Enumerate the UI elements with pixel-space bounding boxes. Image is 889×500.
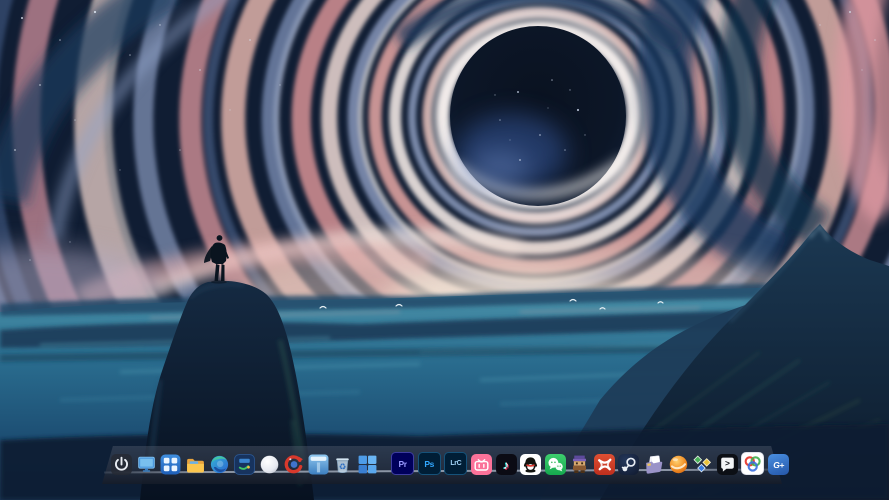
folder-icon	[186, 458, 204, 473]
power-button[interactable]	[111, 454, 132, 475]
display-app-button[interactable]	[136, 454, 157, 475]
adobe-premiere-button[interactable]: Pr	[391, 452, 415, 475]
white-sphere-app-button[interactable]	[259, 454, 280, 475]
window-icon	[308, 454, 329, 475]
display-icon	[137, 456, 155, 472]
bilibili-button[interactable]	[470, 454, 492, 475]
diamond-cluster-app-button[interactable]	[692, 454, 713, 475]
wallpaper	[0, 0, 889, 500]
qq-button[interactable]	[520, 454, 542, 475]
qq-penguin-icon	[524, 457, 538, 473]
power-icon	[115, 456, 128, 471]
code-bubble-app-button[interactable]: >	[716, 454, 738, 475]
toolbox-icon	[234, 454, 255, 475]
red-swirl-icon	[284, 455, 304, 474]
steam-button[interactable]	[618, 454, 640, 475]
sphere-icon	[260, 455, 278, 474]
photoshop-label: Ps	[424, 458, 435, 469]
launcher-grid-icon	[160, 454, 181, 475]
pixel-game-button[interactable]	[569, 454, 590, 475]
steam-piston-icon	[622, 457, 637, 472]
orange-ball-icon	[669, 455, 687, 474]
windows-tiles-icon	[358, 455, 377, 474]
recycle-glyph: ♻	[339, 461, 347, 471]
red-swirl-app-button[interactable]	[283, 454, 304, 475]
gamepp-button[interactable]: G+	[768, 454, 790, 475]
douyin-button[interactable]: ♪	[495, 454, 517, 475]
tri-rings-icon	[745, 456, 762, 472]
edge-icon	[211, 455, 229, 474]
window-app-button[interactable]	[308, 454, 329, 475]
white-ribbon-icon	[597, 458, 612, 471]
rings-app-button[interactable]	[741, 452, 765, 475]
dock: ♻ Pr Ps LrC ♪ > G+	[102, 446, 790, 484]
system-toolbox-button[interactable]	[234, 454, 255, 475]
premiere-label: Pr	[398, 458, 408, 469]
dock-icons: ♻ Pr Ps LrC ♪ > G+	[111, 452, 790, 475]
pixel-character-icon	[573, 455, 587, 474]
edge-browser-button[interactable]	[209, 454, 230, 475]
adobe-photoshop-button[interactable]: Ps	[417, 452, 441, 475]
code-glyph: >	[725, 458, 730, 468]
recycle-bin-button[interactable]: ♻	[332, 454, 353, 475]
red-ribbon-app-button[interactable]	[593, 454, 615, 475]
douyin-note-icon: ♪	[503, 457, 509, 472]
diamond-cluster-icon	[693, 455, 712, 473]
recycle-bin-icon: ♻	[336, 458, 350, 474]
lightroom-label: LrC	[450, 460, 462, 467]
app-launcher-button[interactable]	[160, 454, 181, 475]
bilibili-tv-icon	[474, 459, 489, 471]
documents-folder-button[interactable]	[643, 454, 664, 475]
gamepp-label: G+	[773, 459, 784, 470]
file-manager-button[interactable]	[185, 454, 206, 475]
orange-swoosh-app-button[interactable]	[668, 454, 689, 475]
code-bubble-icon: >	[721, 457, 734, 472]
wechat-bubbles-icon	[548, 457, 563, 472]
windows-tiles-button[interactable]	[357, 454, 378, 475]
documents-folder-icon	[646, 455, 663, 474]
wechat-button[interactable]	[544, 454, 566, 475]
adobe-lightroom-button[interactable]: LrC	[444, 452, 468, 475]
desktop: ♻ Pr Ps LrC ♪ > G+	[0, 0, 889, 500]
